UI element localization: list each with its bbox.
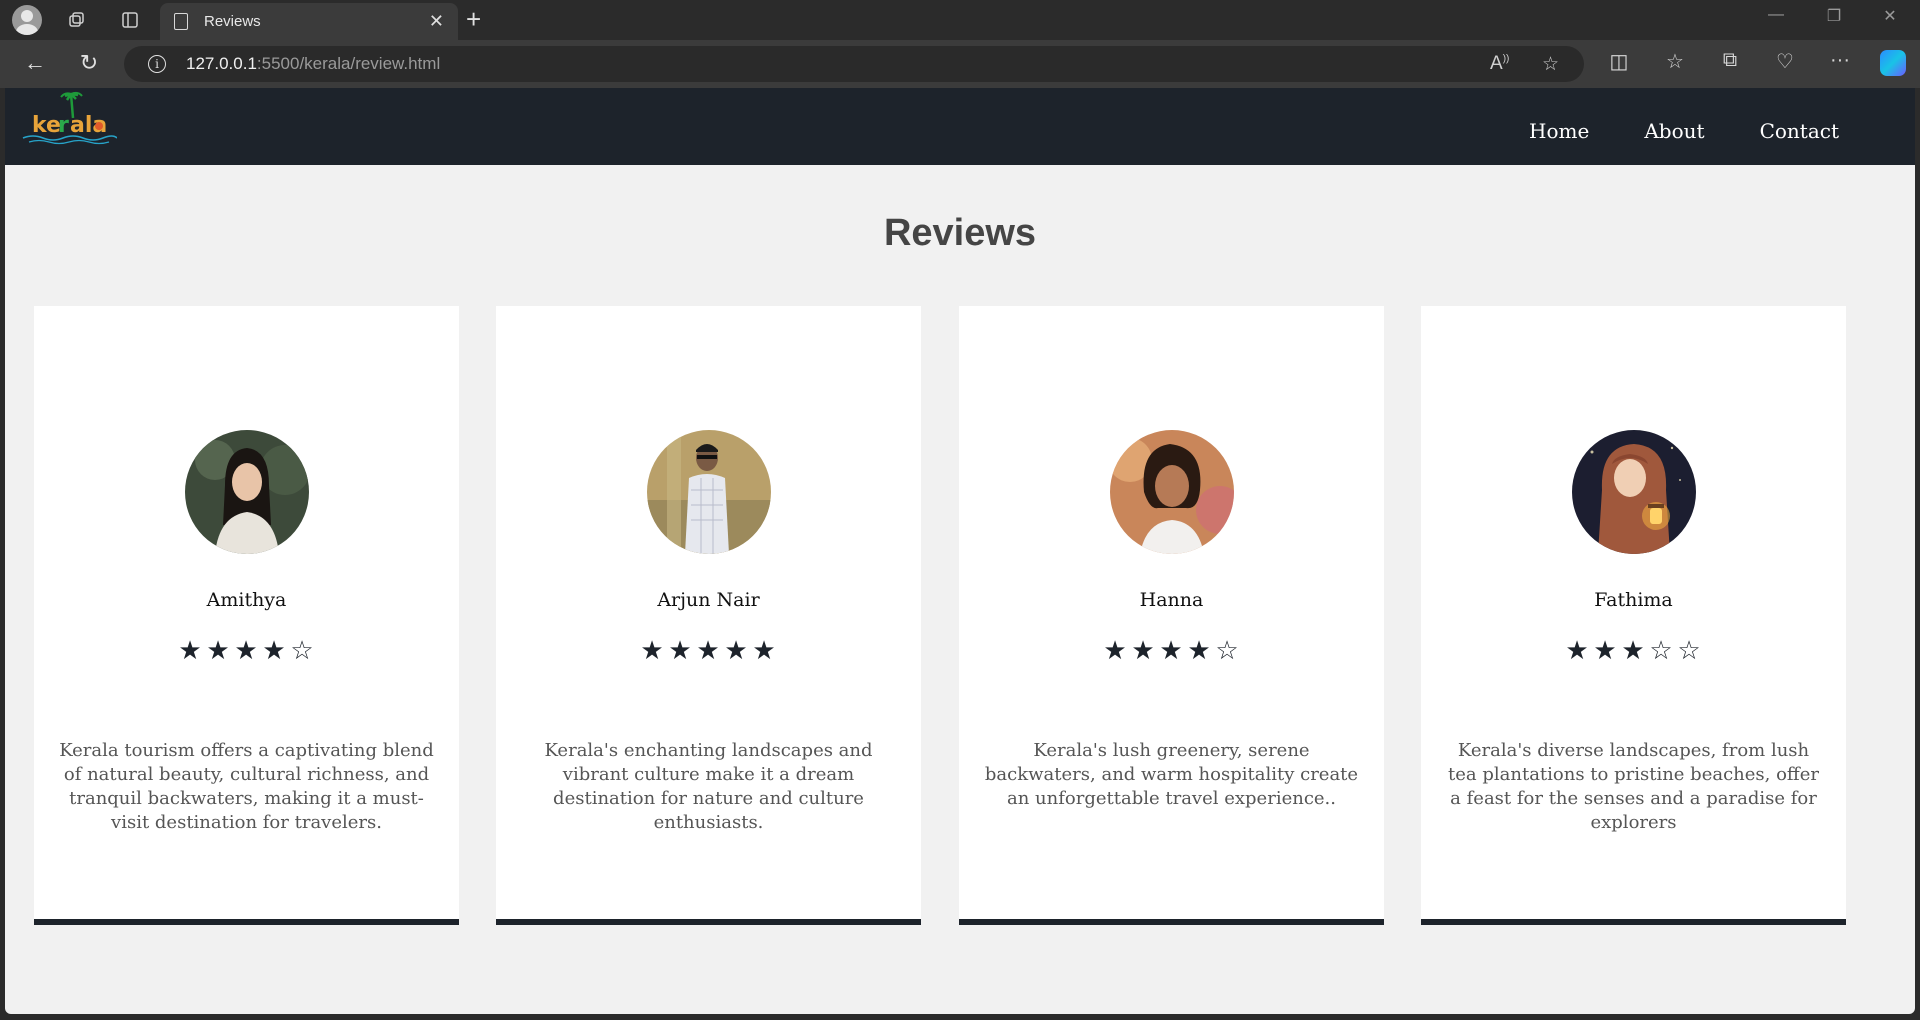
star-filled-icon: ★ xyxy=(1565,635,1590,665)
close-window-icon[interactable]: ✕ xyxy=(1870,6,1910,26)
review-text: Kerala's enchanting landscapes and vibra… xyxy=(544,740,873,833)
review-card: Hanna ★ ★ ★ ★ ☆ Kerala's lush greenery, sere… xyxy=(959,306,1384,925)
nav-link-home[interactable]: Home xyxy=(1529,119,1589,143)
reviewer-name: Fathima xyxy=(1594,589,1673,611)
reviewer-name: Hanna xyxy=(1139,589,1204,611)
star-filled-icon: ★ xyxy=(1159,635,1184,665)
copilot-icon[interactable] xyxy=(1880,50,1906,76)
star-filled-icon: ★ xyxy=(1187,635,1212,665)
star-filled-icon: ★ xyxy=(178,635,203,665)
star-filled-icon: ★ xyxy=(262,635,287,665)
page-icon xyxy=(174,13,188,30)
refresh-icon[interactable]: ↻ xyxy=(74,50,104,76)
review-card: Fathima ★ ★ ★ ☆ ☆ Kerala's diverse landscape… xyxy=(1421,306,1846,925)
reviewer-name: Arjun Nair xyxy=(657,589,760,611)
star-rating: ★ ★ ★ ★ ☆ xyxy=(34,635,459,666)
review-text: Kerala tourism offers a captivating blen… xyxy=(59,740,434,833)
site-navbar: ke r ala Home About Contact xyxy=(5,88,1915,165)
star-filled-icon: ★ xyxy=(752,635,777,665)
review-card: Amithya ★ ★ ★ ★ ☆ Kerala tourism offers a ca… xyxy=(34,306,459,925)
url-text[interactable]: 127.0.0.1:5500/kerala/review.html xyxy=(186,54,440,74)
review-card: Arjun Nair ★ ★ ★ ★ ★ Kerala's enchanting lan… xyxy=(496,306,921,925)
favorites-icon[interactable]: ☆ xyxy=(1660,49,1690,74)
address-bar[interactable]: i 127.0.0.1:5500/kerala/review.html A)) … xyxy=(124,46,1584,82)
browser-essentials-icon[interactable]: ♡ xyxy=(1770,49,1800,74)
more-menu-icon[interactable]: ··· xyxy=(1825,49,1855,72)
review-text: Kerala's lush greenery, serene backwater… xyxy=(984,740,1359,809)
reviewer-avatar xyxy=(1571,430,1696,554)
svg-text:ke: ke xyxy=(32,113,61,138)
star-rating: ★ ★ ★ ★ ☆ xyxy=(959,635,1384,666)
site-info-icon[interactable]: i xyxy=(148,55,166,73)
new-tab-icon[interactable]: + xyxy=(466,4,481,35)
star-empty-icon: ☆ xyxy=(1215,635,1240,665)
star-filled-icon: ★ xyxy=(696,635,721,665)
star-filled-icon: ★ xyxy=(1103,635,1128,665)
star-filled-icon: ★ xyxy=(724,635,749,665)
star-filled-icon: ★ xyxy=(1593,635,1618,665)
tab-actions-icon[interactable] xyxy=(115,5,145,35)
page-title: Reviews xyxy=(883,212,1037,254)
star-filled-icon: ★ xyxy=(206,635,231,665)
review-text: Kerala's diverse landscapes, from lush t… xyxy=(1448,740,1819,833)
star-filled-icon: ★ xyxy=(234,635,259,665)
star-rating: ★ ★ ★ ★ ★ xyxy=(496,635,921,666)
star-empty-icon: ☆ xyxy=(290,635,315,665)
back-arrow-icon[interactable]: ← xyxy=(20,50,50,76)
restore-icon[interactable]: ❐ xyxy=(1814,6,1854,26)
browser-tab-strip: Reviews ✕ + — ❐ ✕ xyxy=(0,0,1920,40)
page-viewport: ke r ala Home About Contact Reviews Amit… xyxy=(5,88,1915,1014)
star-filled-icon: ★ xyxy=(640,635,665,665)
star-empty-icon: ☆ xyxy=(1677,635,1702,665)
reviewer-avatar xyxy=(646,430,771,554)
tab-title: Reviews xyxy=(204,13,261,30)
read-aloud-icon[interactable]: A)) xyxy=(1490,53,1509,75)
browser-toolbar: ← ↻ i 127.0.0.1:5500/kerala/review.html … xyxy=(0,40,1920,88)
nav-link-about[interactable]: About xyxy=(1644,119,1704,143)
star-filled-icon: ★ xyxy=(668,635,693,665)
svg-text:r: r xyxy=(58,113,69,138)
nav-link-contact[interactable]: Contact xyxy=(1760,119,1839,143)
star-rating: ★ ★ ★ ☆ ☆ xyxy=(1421,635,1846,666)
reviewer-avatar xyxy=(184,430,309,554)
star-empty-icon: ☆ xyxy=(1649,635,1674,665)
star-filled-icon: ★ xyxy=(1131,635,1156,665)
reviewer-avatar xyxy=(1109,430,1234,554)
collections-icon[interactable]: ⧉ xyxy=(1715,49,1745,72)
split-screen-icon[interactable]: ◫ xyxy=(1604,49,1634,74)
kerala-logo[interactable]: ke r ala xyxy=(21,90,118,148)
minimize-icon[interactable]: — xyxy=(1756,6,1796,24)
browser-tab-active[interactable]: Reviews ✕ xyxy=(160,3,458,40)
favorite-star-icon[interactable]: ☆ xyxy=(1542,53,1559,76)
profile-avatar-icon[interactable] xyxy=(12,5,42,35)
close-tab-icon[interactable]: ✕ xyxy=(429,11,444,32)
star-filled-icon: ★ xyxy=(1621,635,1646,665)
reviewer-name: Amithya xyxy=(206,589,287,611)
workspaces-icon[interactable] xyxy=(62,5,92,35)
primary-nav: Home About Contact xyxy=(1529,119,1839,143)
